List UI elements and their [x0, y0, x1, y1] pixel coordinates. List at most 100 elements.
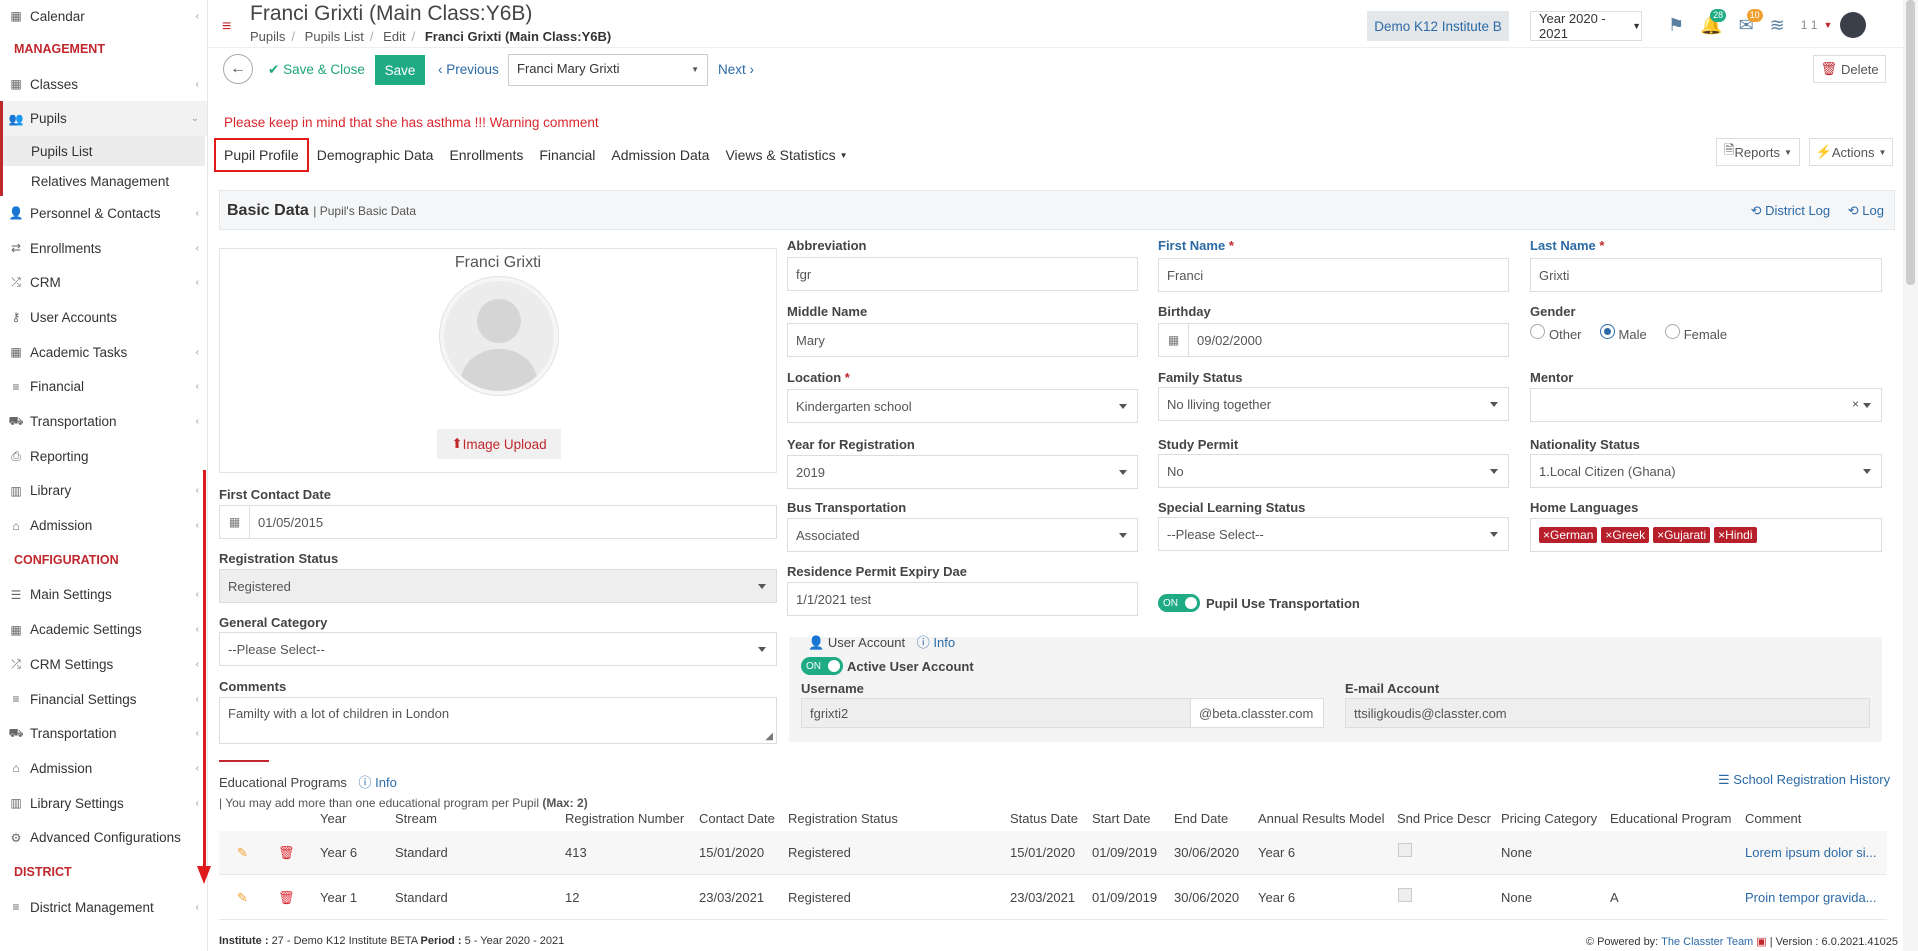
- active-user-toggle[interactable]: ON: [801, 657, 843, 675]
- envelope-icon[interactable]: ✉ 10: [1739, 8, 1763, 36]
- save-button[interactable]: Save: [375, 55, 425, 85]
- trash-icon[interactable]: 🗑: [278, 890, 295, 906]
- bus-transport-select[interactable]: Associated: [787, 518, 1138, 552]
- special-learning-select[interactable]: --Please Select--: [1158, 517, 1509, 551]
- snd-price-checkbox[interactable]: [1398, 888, 1412, 902]
- pupil-use-transport-toggle[interactable]: ON: [1158, 594, 1200, 612]
- stack-icon[interactable]: ≋: [1770, 15, 1785, 36]
- sidebar-item-district-management[interactable]: ≡ District Management ‹: [0, 890, 207, 925]
- year-select[interactable]: Year 2020 - 2021 ▼: [1530, 11, 1642, 41]
- calendar-icon: ▦: [10, 9, 22, 23]
- language-tag[interactable]: ×Greek: [1601, 527, 1650, 543]
- gender-other-radio[interactable]: Other: [1530, 324, 1582, 342]
- save-close-button[interactable]: ✔ Save & Close: [268, 62, 365, 78]
- sidebar-item-calendar[interactable]: ▦ Calendar ‹: [0, 0, 207, 32]
- breadcrumb-pupils-list[interactable]: Pupils List: [305, 29, 364, 44]
- middle-name-input[interactable]: Mary: [787, 323, 1138, 357]
- tab-pupil-profile[interactable]: Pupil Profile: [214, 138, 309, 172]
- reports-button[interactable]: 🗎 Reports ▼: [1716, 138, 1800, 166]
- breadcrumb-pupils[interactable]: Pupils: [250, 29, 285, 44]
- location-label: Location *: [787, 370, 850, 385]
- breadcrumb-edit[interactable]: Edit: [383, 29, 405, 44]
- email-input[interactable]: ttsiligkoudis@classter.com: [1345, 698, 1870, 728]
- sidebar-item-academic-tasks[interactable]: ▦ Academic Tasks ‹: [0, 335, 207, 370]
- pupil-select[interactable]: Franci Mary Grixti ▼: [508, 54, 708, 86]
- language-tag[interactable]: ×Hindi: [1714, 527, 1757, 543]
- family-status-select[interactable]: No lliving together: [1158, 387, 1509, 421]
- year-registration-select[interactable]: 2019: [787, 455, 1138, 489]
- sidebar-item-library-settings[interactable]: ▥ Library Settings ‹: [0, 786, 207, 821]
- user-short[interactable]: 1 1: [1801, 18, 1818, 32]
- tab-admission-data[interactable]: Admission Data: [603, 138, 717, 172]
- first-contact-field[interactable]: ▦ 01/05/2015: [219, 505, 777, 539]
- sidebar-item-pupils[interactable]: 👥 Pupils ⌄: [0, 101, 207, 137]
- snd-price-checkbox[interactable]: [1398, 843, 1412, 857]
- classter-team-link[interactable]: The Classter Team: [1661, 936, 1753, 948]
- nationality-select[interactable]: 1.Local Citizen (Ghana): [1530, 454, 1882, 488]
- tab-enrollments[interactable]: Enrollments: [441, 138, 531, 172]
- tab-views-statistics[interactable]: Views & Statistics ▼: [717, 138, 855, 172]
- resize-handle-icon[interactable]: ◢: [765, 731, 773, 742]
- next-link[interactable]: Next ›: [718, 62, 754, 77]
- pencil-icon[interactable]: ✎: [237, 890, 248, 906]
- last-name-input[interactable]: Grixti: [1530, 258, 1882, 292]
- sidebar-item-crm[interactable]: ⤮ CRM ‹: [0, 265, 207, 300]
- home-languages-multiselect[interactable]: ×German ×Greek ×Gujarati ×Hindi: [1530, 518, 1882, 552]
- sidebar-item-user-accounts[interactable]: ⚷ User Accounts: [0, 300, 207, 335]
- delete-button[interactable]: 🗑 Delete: [1813, 55, 1886, 83]
- birthday-field[interactable]: ▦ 09/02/2000: [1158, 323, 1509, 357]
- sidebar-item-crm-settings[interactable]: ⤮ CRM Settings ‹: [0, 647, 207, 682]
- study-permit-select[interactable]: No: [1158, 454, 1509, 488]
- info-link[interactable]: ⓘ Info: [917, 635, 955, 650]
- sidebar-item-admission-settings[interactable]: ⌂ Admission ‹: [0, 751, 207, 786]
- sidebar-item-financial[interactable]: ≡ Financial ‹: [0, 370, 207, 405]
- pencil-icon[interactable]: ✎: [237, 845, 248, 861]
- scrollbar-thumb[interactable]: [1906, 0, 1915, 285]
- comments-textarea[interactable]: Familty with a lot of children in London…: [219, 697, 777, 744]
- district-log-link[interactable]: ⟲ District Log: [1751, 203, 1831, 218]
- sidebar-item-main-settings[interactable]: ☰ Main Settings ‹: [0, 578, 207, 613]
- sidebar-item-library[interactable]: ▥ Library ‹: [0, 474, 207, 509]
- sidebar-item-enrollments[interactable]: ⇄ Enrollments ‹: [0, 231, 207, 266]
- avatar[interactable]: [1840, 12, 1867, 38]
- column-header: Contact Date: [699, 811, 775, 826]
- trash-icon[interactable]: 🗑: [278, 845, 295, 861]
- log-link[interactable]: ⟲ Log: [1848, 203, 1884, 218]
- sidebar-item-academic-settings[interactable]: ▦ Academic Settings ‹: [0, 612, 207, 647]
- mentor-select[interactable]: ×: [1530, 388, 1882, 422]
- language-tag[interactable]: ×German: [1539, 527, 1598, 543]
- sidebar-item-financial-settings[interactable]: ≡ Financial Settings ‹: [0, 682, 207, 717]
- tab-demographic-data[interactable]: Demographic Data: [309, 138, 442, 172]
- actions-button[interactable]: ⚡ Actions ▼: [1809, 138, 1893, 166]
- flag-icon[interactable]: ⚑: [1668, 15, 1684, 36]
- sidebar-item-advanced-configurations[interactable]: ⚙ Advanced Configurations: [0, 820, 207, 855]
- sidebar-item-classes[interactable]: ▦ Classes ‹: [0, 67, 207, 102]
- previous-link[interactable]: ‹ Previous: [438, 62, 499, 77]
- gender-female-radio[interactable]: Female: [1664, 324, 1727, 342]
- abbreviation-input[interactable]: fgr: [787, 257, 1138, 291]
- location-select[interactable]: Kindergarten school: [787, 389, 1138, 423]
- language-tag[interactable]: ×Gujarati: [1653, 527, 1711, 543]
- bell-icon[interactable]: 🔔 28: [1700, 8, 1727, 36]
- institute-button[interactable]: Demo K12 Institute B: [1367, 11, 1509, 41]
- tab-financial[interactable]: Financial: [531, 138, 603, 172]
- sidebar-item-reporting[interactable]: ⎙ Reporting: [0, 439, 207, 474]
- gender-male-radio[interactable]: Male: [1599, 324, 1647, 342]
- sidebar-item-admission[interactable]: ⌂ Admission ‹: [0, 508, 207, 543]
- general-category-select[interactable]: --Please Select--: [219, 632, 777, 666]
- registration-status-select[interactable]: Registered: [219, 569, 777, 603]
- sidebar-item-transportation-settings[interactable]: ⛟ Transportation ‹: [0, 716, 207, 751]
- first-name-input[interactable]: Franci: [1158, 258, 1509, 292]
- school-registration-history-link[interactable]: ☰ School Registration History: [1718, 772, 1890, 788]
- sidebar-item-transportation[interactable]: ⛟ Transportation ‹: [0, 404, 207, 439]
- residence-permit-input[interactable]: 1/1/2021 test: [787, 582, 1138, 616]
- sidebar-item-personnel[interactable]: 👤 Personnel & Contacts ‹: [0, 196, 207, 231]
- info-link[interactable]: ⓘ Info: [359, 775, 397, 790]
- back-button[interactable]: ←: [223, 54, 253, 84]
- sidebar-subitem-pupils-list[interactable]: Pupils List: [0, 136, 205, 167]
- sidebar-subitem-relatives-management[interactable]: Relatives Management: [0, 166, 207, 197]
- clear-icon[interactable]: ×: [1852, 397, 1859, 411]
- image-upload-button[interactable]: ⬆ Image Upload: [437, 429, 561, 459]
- username-input[interactable]: fgrixti2: [801, 698, 1191, 728]
- hamburger-menu-icon[interactable]: ≡: [222, 18, 231, 36]
